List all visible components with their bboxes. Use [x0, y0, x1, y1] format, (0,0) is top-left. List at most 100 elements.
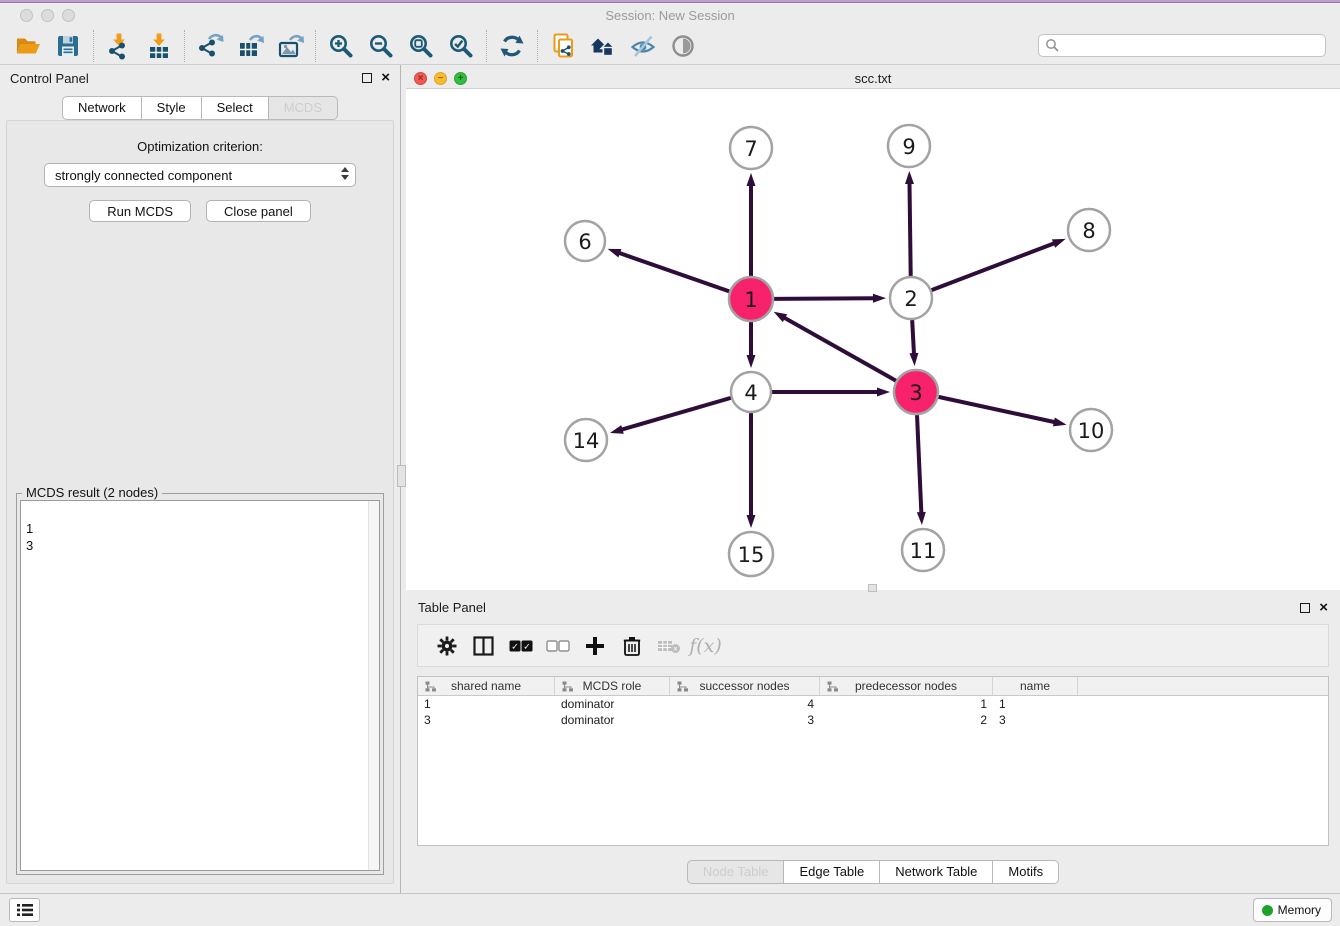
save-session-button[interactable] [48, 30, 88, 62]
zoom-out-button[interactable] [361, 30, 401, 62]
cell-predecessor-nodes[interactable]: 1 [820, 696, 993, 712]
open-session-button[interactable] [8, 30, 48, 62]
refresh-button[interactable] [492, 30, 532, 62]
tab-network-table[interactable]: Network Table [880, 860, 993, 884]
table-row[interactable]: 1dominator411 [418, 696, 1328, 712]
cell-MCDS-role[interactable]: dominator [555, 712, 670, 728]
edge-3-1[interactable] [783, 317, 896, 381]
tab-mcds[interactable]: MCDS [269, 96, 338, 120]
node-label-9: 9 [902, 135, 915, 159]
task-history-button[interactable] [9, 898, 40, 922]
mcds-result-text[interactable]: 1 3 [20, 500, 380, 871]
export-image-button[interactable] [270, 30, 310, 62]
delete-table-button[interactable]: × [650, 628, 687, 664]
cell-shared-name[interactable]: 1 [418, 696, 555, 712]
show-eye-button[interactable] [663, 30, 703, 62]
select-all-columns-button[interactable]: ✓ ✓ [502, 628, 539, 664]
column-header-name[interactable]: name [993, 677, 1078, 695]
close-panel-icon[interactable]: × [381, 73, 390, 83]
column-label: successor nodes [699, 679, 789, 693]
tab-style[interactable]: Style [142, 96, 202, 120]
export-network-button[interactable] [190, 30, 230, 62]
svg-text:✓: ✓ [523, 641, 531, 651]
toolbar-separator [184, 30, 185, 62]
arrowhead-1-6 [608, 249, 622, 258]
import-table-button[interactable] [139, 30, 179, 62]
clone-network-button[interactable] [543, 30, 583, 62]
edge-2-8[interactable] [932, 243, 1056, 290]
column-header-MCDS-role[interactable]: MCDS role [555, 677, 670, 695]
tab-motifs[interactable]: Motifs [993, 860, 1059, 884]
zoom-in-button[interactable] [321, 30, 361, 62]
table-toolbar: ✓ ✓ [417, 624, 1329, 667]
column-header-successor-nodes[interactable]: successor nodes [670, 677, 820, 695]
edge-4-14[interactable] [621, 398, 731, 430]
toolbar-separator [486, 30, 487, 62]
node-label-2: 2 [904, 287, 917, 311]
cell-successor-nodes[interactable]: 3 [670, 712, 820, 728]
tab-select[interactable]: Select [202, 96, 269, 120]
eye-icon [669, 32, 697, 60]
cell-successor-nodes[interactable]: 4 [670, 696, 820, 712]
panel-splitter-handle[interactable] [397, 465, 406, 487]
search-input[interactable] [1038, 34, 1326, 57]
export-table-button[interactable] [230, 30, 270, 62]
criterion-dropdown[interactable]: strongly connected component [44, 163, 356, 187]
hide-selected-button[interactable] [623, 30, 663, 62]
close-table-panel-icon[interactable]: × [1319, 603, 1328, 613]
float-panel-icon[interactable] [362, 73, 372, 83]
edge-1-2[interactable] [774, 298, 875, 299]
node-label-1: 1 [744, 288, 757, 312]
show-column-panel-button[interactable] [465, 628, 502, 664]
tab-node-table[interactable]: Node Table [687, 860, 785, 884]
edge-3-10[interactable] [938, 397, 1055, 422]
cell-MCDS-role[interactable]: dominator [555, 696, 670, 712]
function-builder-button[interactable]: f(x) [687, 628, 724, 664]
dropdown-stepper-icon [341, 167, 349, 180]
edge-1-6[interactable] [618, 253, 729, 292]
control-panel-tabs: NetworkStyleSelectMCDS [0, 96, 400, 120]
node-label-4: 4 [744, 381, 757, 405]
unselect-all-columns-button[interactable] [539, 628, 576, 664]
node-table: shared name MCDS role successor nodes prede… [417, 676, 1329, 846]
graph-svg: 1234678910111415 [406, 90, 1340, 590]
float-table-panel-icon[interactable] [1300, 603, 1310, 613]
plus-icon [585, 636, 605, 656]
column-label: MCDS role [583, 679, 642, 693]
edge-2-3[interactable] [912, 320, 914, 355]
run-mcds-button[interactable]: Run MCDS [89, 200, 191, 222]
tab-network[interactable]: Network [62, 96, 142, 120]
table-header-row: shared name MCDS role successor nodes prede… [418, 677, 1328, 696]
table-row[interactable]: 3dominator323 [418, 712, 1328, 728]
table-settings-button[interactable] [428, 628, 465, 664]
edge-2-9[interactable] [909, 182, 910, 276]
cell-name[interactable]: 3 [993, 712, 1078, 728]
arrowhead-3-10 [1053, 418, 1067, 427]
cell-shared-name[interactable]: 3 [418, 712, 555, 728]
delete-column-button[interactable] [613, 628, 650, 664]
cell-name[interactable]: 1 [993, 696, 1078, 712]
cell-predecessor-nodes[interactable]: 2 [820, 712, 993, 728]
network-canvas[interactable]: 1234678910111415 [406, 90, 1340, 590]
create-column-button[interactable] [576, 628, 613, 664]
export-table-icon [236, 32, 264, 60]
memory-button[interactable]: Memory [1253, 898, 1332, 922]
tab-edge-table[interactable]: Edge Table [784, 860, 880, 884]
home-networks-button[interactable] [583, 30, 623, 62]
network-resize-handle[interactable] [868, 584, 877, 592]
trash-icon [623, 636, 641, 656]
close-panel-button[interactable]: Close panel [206, 200, 311, 222]
network-window: × − + scc.txt 1234678910111415 [406, 68, 1340, 590]
open-folder-icon [14, 32, 42, 60]
arrowhead-4-15 [747, 515, 756, 528]
zoom-fit-button[interactable] [401, 30, 441, 62]
list-icon [17, 903, 33, 917]
result-scrollbar[interactable] [368, 501, 379, 870]
edge-3-11[interactable] [917, 415, 921, 514]
import-network-button[interactable] [99, 30, 139, 62]
window-title: Session: New Session [0, 8, 1340, 23]
zoom-selected-button[interactable] [441, 30, 481, 62]
column-header-shared-name[interactable]: shared name [418, 677, 555, 695]
column-header-predecessor-nodes[interactable]: predecessor nodes [820, 677, 993, 695]
node-label-7: 7 [744, 137, 757, 161]
